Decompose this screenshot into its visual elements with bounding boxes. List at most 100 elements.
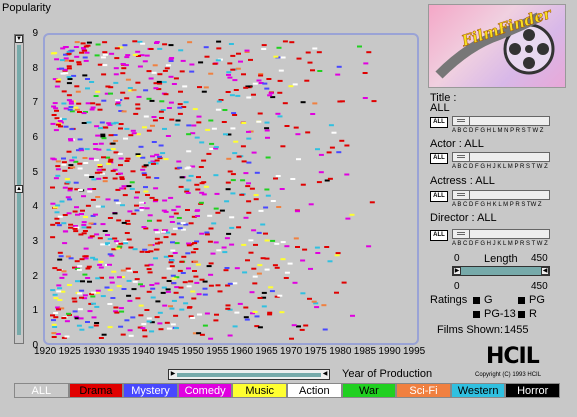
film-mark[interactable] xyxy=(86,226,92,229)
film-mark[interactable] xyxy=(310,69,315,72)
film-mark[interactable] xyxy=(243,172,249,175)
film-mark[interactable] xyxy=(85,204,91,207)
slider-knob-icon[interactable] xyxy=(453,153,470,161)
film-mark[interactable] xyxy=(170,241,175,244)
film-mark[interactable] xyxy=(67,187,73,190)
film-mark[interactable] xyxy=(312,47,318,50)
film-mark[interactable] xyxy=(196,121,202,124)
film-mark[interactable] xyxy=(102,41,108,44)
film-mark[interactable] xyxy=(180,222,186,225)
film-mark[interactable] xyxy=(61,161,67,164)
film-mark[interactable] xyxy=(194,136,200,139)
film-mark[interactable] xyxy=(185,192,191,194)
film-mark[interactable] xyxy=(90,102,96,105)
title-slider[interactable] xyxy=(452,116,550,126)
film-mark[interactable] xyxy=(121,221,127,224)
film-mark[interactable] xyxy=(68,226,74,229)
film-mark[interactable] xyxy=(59,67,65,70)
film-mark[interactable] xyxy=(219,209,225,212)
film-mark[interactable] xyxy=(199,278,205,281)
film-mark[interactable] xyxy=(166,280,172,282)
film-mark[interactable] xyxy=(192,242,198,245)
film-mark[interactable] xyxy=(158,110,164,113)
film-mark[interactable] xyxy=(148,48,154,50)
year-range-slider[interactable]: ▶ ◀ xyxy=(168,369,330,380)
film-mark[interactable] xyxy=(261,44,267,47)
film-mark[interactable] xyxy=(57,215,63,218)
film-mark[interactable] xyxy=(128,334,134,337)
film-mark[interactable] xyxy=(174,286,180,289)
film-mark[interactable] xyxy=(57,299,63,301)
film-mark[interactable] xyxy=(93,213,98,216)
rating-pg13-checkbox[interactable]: PG-13 xyxy=(473,308,516,320)
film-mark[interactable] xyxy=(93,258,98,261)
film-mark[interactable] xyxy=(203,86,209,89)
film-mark[interactable] xyxy=(371,100,377,103)
film-mark[interactable] xyxy=(195,263,201,266)
film-mark[interactable] xyxy=(62,273,68,276)
film-mark[interactable] xyxy=(146,97,152,100)
film-mark[interactable] xyxy=(57,120,63,122)
film-mark[interactable] xyxy=(74,85,80,88)
film-mark[interactable] xyxy=(270,96,276,99)
film-mark[interactable] xyxy=(66,94,72,97)
film-mark[interactable] xyxy=(77,308,83,311)
film-mark[interactable] xyxy=(110,169,116,172)
film-mark[interactable] xyxy=(81,221,87,224)
film-mark[interactable] xyxy=(151,141,157,143)
film-mark[interactable] xyxy=(77,292,83,295)
film-mark[interactable] xyxy=(155,300,161,303)
film-mark[interactable] xyxy=(154,177,160,179)
film-mark[interactable] xyxy=(107,289,113,291)
film-mark[interactable] xyxy=(84,148,90,151)
film-mark[interactable] xyxy=(53,297,59,300)
film-mark[interactable] xyxy=(246,200,252,203)
film-mark[interactable] xyxy=(296,325,301,328)
film-mark[interactable] xyxy=(89,235,95,238)
film-mark[interactable] xyxy=(73,46,79,48)
film-mark[interactable] xyxy=(119,310,125,313)
film-mark[interactable] xyxy=(241,160,247,163)
film-mark[interactable] xyxy=(296,158,301,161)
film-mark[interactable] xyxy=(227,76,233,79)
film-mark[interactable] xyxy=(107,217,113,219)
film-mark[interactable] xyxy=(108,86,114,89)
film-mark[interactable] xyxy=(336,151,342,154)
film-mark[interactable] xyxy=(183,101,189,104)
film-mark[interactable] xyxy=(197,313,202,316)
film-mark[interactable] xyxy=(77,138,83,141)
film-mark[interactable] xyxy=(52,326,58,328)
film-mark[interactable] xyxy=(256,231,262,234)
film-mark[interactable] xyxy=(257,326,263,329)
slider-knob-icon[interactable] xyxy=(453,230,470,238)
film-mark[interactable] xyxy=(82,157,88,159)
film-mark[interactable] xyxy=(101,333,107,336)
film-mark[interactable] xyxy=(207,214,213,217)
film-mark[interactable] xyxy=(88,157,94,160)
film-mark[interactable] xyxy=(109,52,115,55)
film-mark[interactable] xyxy=(82,273,88,276)
film-mark[interactable] xyxy=(107,303,113,305)
checkbox-icon[interactable] xyxy=(518,296,525,304)
film-mark[interactable] xyxy=(201,181,207,184)
film-mark[interactable] xyxy=(362,97,368,99)
film-mark[interactable] xyxy=(64,178,70,180)
film-mark[interactable] xyxy=(168,255,174,258)
genre-button-comedy[interactable]: Comedy xyxy=(177,383,233,398)
film-mark[interactable] xyxy=(210,252,216,255)
slider-knob-icon[interactable] xyxy=(453,191,470,199)
film-mark[interactable] xyxy=(300,292,306,295)
film-mark[interactable] xyxy=(172,227,178,230)
film-mark[interactable] xyxy=(55,80,61,83)
film-mark[interactable] xyxy=(142,329,147,332)
film-mark[interactable] xyxy=(144,309,150,311)
film-mark[interactable] xyxy=(225,181,231,184)
film-mark[interactable] xyxy=(146,320,152,323)
film-mark[interactable] xyxy=(248,58,253,61)
film-mark[interactable] xyxy=(120,63,126,65)
film-mark[interactable] xyxy=(183,302,189,305)
film-mark[interactable] xyxy=(270,239,276,242)
film-mark[interactable] xyxy=(144,207,150,210)
film-mark[interactable] xyxy=(162,304,168,307)
film-mark[interactable] xyxy=(232,325,238,328)
